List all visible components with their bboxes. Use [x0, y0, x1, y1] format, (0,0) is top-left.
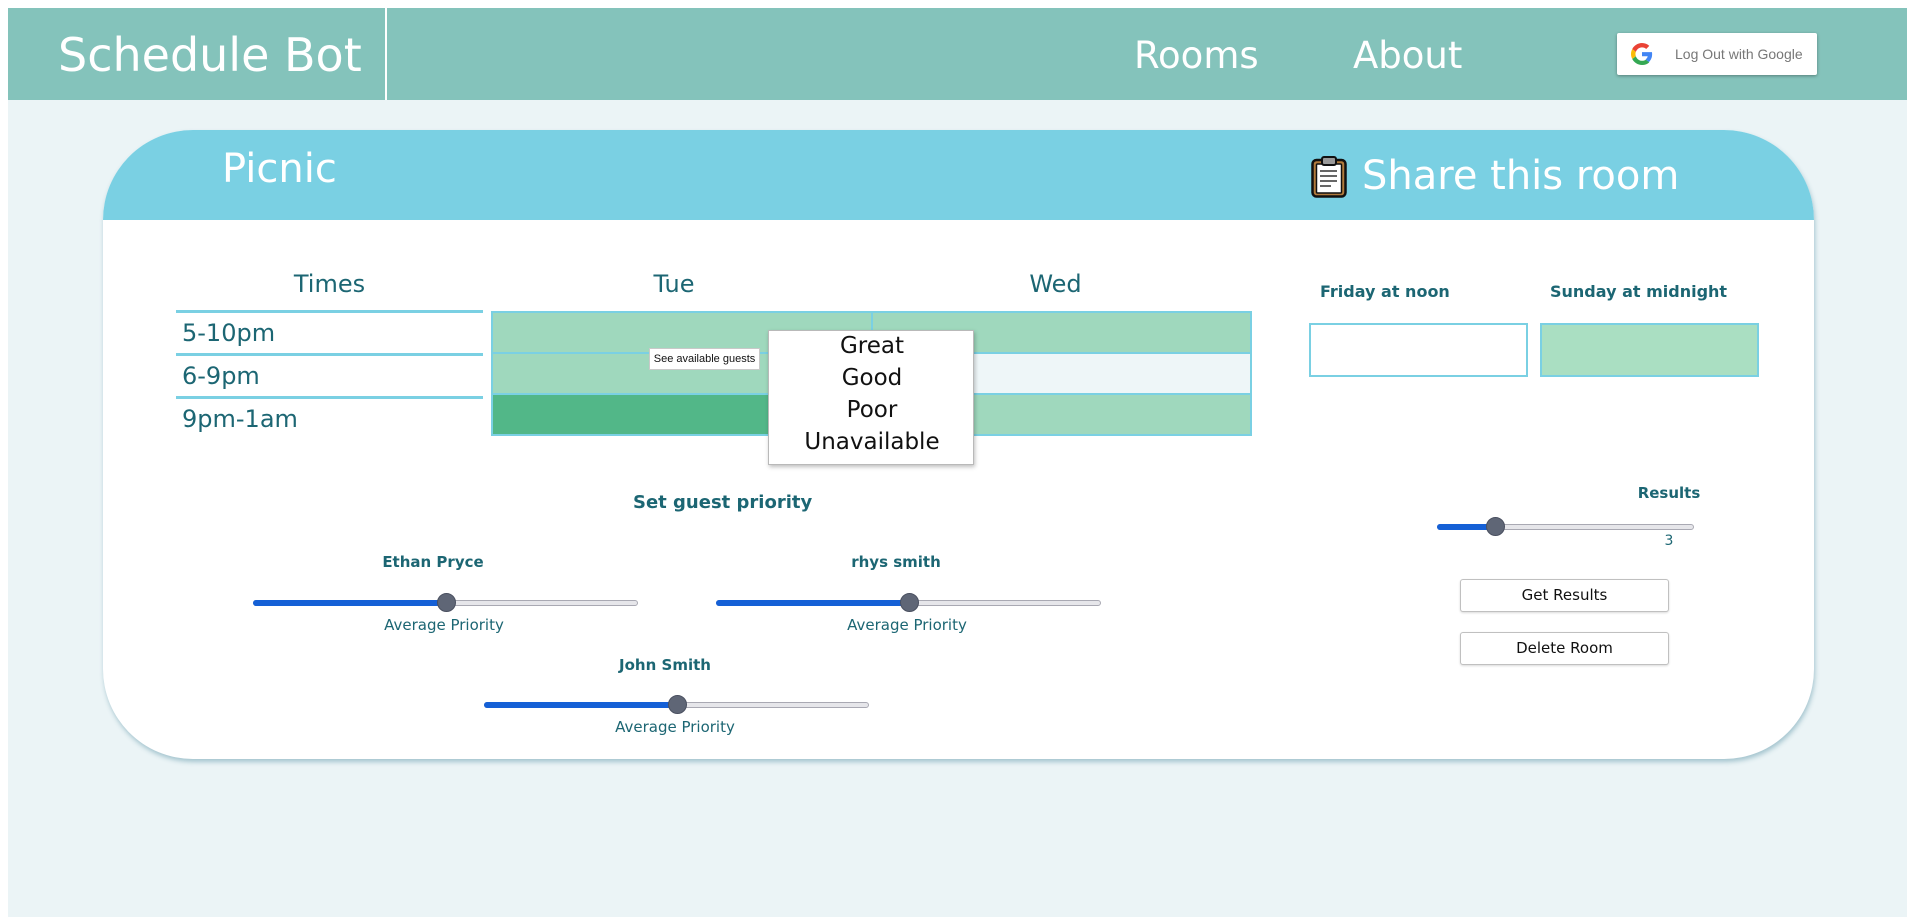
- side-option-cell[interactable]: [1309, 323, 1528, 377]
- menu-option-great[interactable]: Great: [769, 333, 975, 365]
- side-option-cell[interactable]: [1540, 323, 1759, 377]
- results-slider[interactable]: [1437, 517, 1694, 536]
- time-row-label: 5-10pm: [176, 310, 483, 353]
- google-logout-button[interactable]: Log Out with Google: [1617, 33, 1817, 75]
- guest-name: Ethan Pryce: [382, 553, 484, 571]
- slider-fill: [716, 600, 908, 606]
- results-count: 3: [1664, 533, 1674, 549]
- menu-option-good[interactable]: Good: [769, 365, 975, 397]
- room-card: Picnic Share this room Times Tue Wed 5-1…: [103, 130, 1814, 759]
- column-header-wed: Wed: [1029, 270, 1082, 298]
- results-title: Results: [1637, 484, 1701, 502]
- get-results-button[interactable]: Get Results: [1460, 579, 1669, 612]
- side-option-label: Sunday at midnight: [1550, 282, 1728, 301]
- google-button-label: Log Out with Google: [1675, 46, 1803, 62]
- column-header-tue: Tue: [653, 270, 695, 298]
- priority-label: Average Priority: [847, 616, 967, 634]
- nav-link-rooms[interactable]: Rooms: [1134, 34, 1259, 77]
- menu-option-poor[interactable]: Poor: [769, 397, 975, 429]
- menu-option-unavailable[interactable]: Unavailable: [769, 429, 975, 461]
- guest-priority-title: Set guest priority: [633, 492, 813, 513]
- priority-label: Average Priority: [384, 616, 504, 634]
- side-option-label: Friday at noon: [1320, 282, 1450, 301]
- nav-link-about[interactable]: About: [1353, 34, 1462, 77]
- google-icon: [1631, 43, 1653, 65]
- time-row-label: 6-9pm: [176, 353, 483, 396]
- share-room-link[interactable]: Share this room: [1362, 153, 1679, 199]
- slider-fill: [484, 702, 676, 708]
- availability-menu: Great Good Poor Unavailable: [768, 330, 974, 465]
- slider-thumb[interactable]: [900, 593, 919, 612]
- guest-name: John Smith: [619, 656, 711, 674]
- guest-name: rhys smith: [851, 553, 941, 571]
- slider-thumb[interactable]: [1486, 517, 1505, 536]
- priority-label: Average Priority: [615, 718, 735, 736]
- page-background: Schedule Bot Rooms About Log Out with Go…: [8, 8, 1907, 917]
- room-title: Picnic: [222, 146, 337, 192]
- delete-room-button[interactable]: Delete Room: [1460, 632, 1669, 665]
- slider-thumb[interactable]: [668, 695, 687, 714]
- room-header: Picnic Share this room: [103, 130, 1814, 220]
- available-guests-tooltip: See available guests: [649, 348, 760, 370]
- brand-title[interactable]: Schedule Bot: [58, 28, 362, 82]
- slider-thumb[interactable]: [437, 593, 456, 612]
- slider-fill: [253, 600, 445, 606]
- clipboard-icon[interactable]: [1311, 156, 1347, 198]
- guest-priority-slider[interactable]: [484, 695, 869, 714]
- guest-priority-slider[interactable]: [253, 593, 638, 612]
- time-row-label: 9pm-1am: [176, 396, 483, 439]
- navbar: Schedule Bot Rooms About Log Out with Go…: [8, 8, 1907, 100]
- brand-divider: [385, 8, 387, 100]
- guest-priority-slider[interactable]: [716, 593, 1101, 612]
- column-header-times: Times: [293, 270, 366, 298]
